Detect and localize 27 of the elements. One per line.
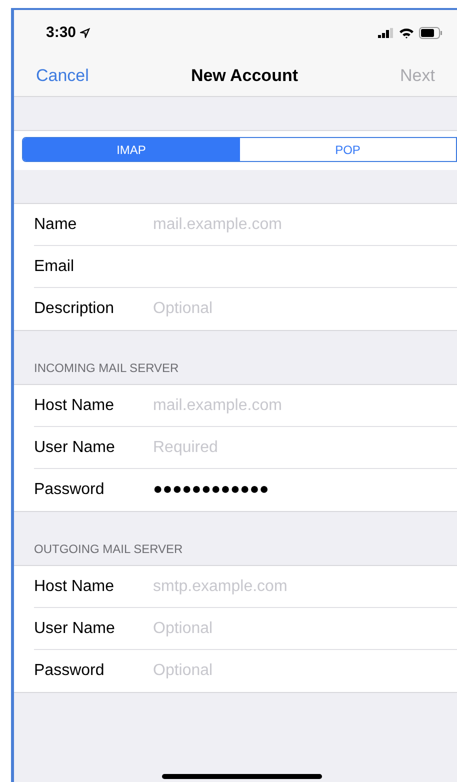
input-field[interactable]: Required — [153, 432, 457, 462]
battery-icon — [419, 27, 443, 39]
input-field[interactable]: Optional — [153, 656, 457, 686]
segment-tab[interactable]: IMAP — [23, 138, 240, 161]
field-label: User Name — [34, 618, 116, 638]
field-label: Password — [34, 480, 106, 500]
nav-title: New Account — [190, 65, 298, 88]
field-label: Password — [34, 661, 106, 681]
section-header: INCOMING MAIL SERVER — [34, 360, 179, 377]
input-field[interactable]: ●●●●●●●●●●●● — [153, 475, 457, 505]
input-field[interactable]: Optional — [153, 614, 457, 644]
field-label: Email — [34, 256, 76, 276]
field-label: Description — [34, 299, 116, 319]
signal-icon — [378, 28, 394, 38]
input-field[interactable]: mail.example.com — [153, 390, 457, 420]
input-field[interactable]: smtp.example.com — [153, 572, 457, 602]
status-time: 3:30 — [46, 22, 76, 43]
wifi-icon — [399, 28, 414, 38]
field-label: Name — [34, 214, 78, 234]
input-field[interactable]: mail.example.com — [153, 210, 457, 240]
field-label: Host Name — [34, 576, 116, 596]
location-arrow-icon — [80, 28, 90, 38]
input-field[interactable]: Optional — [153, 294, 457, 324]
section-header: OUTGOING MAIL SERVER — [34, 541, 183, 558]
field-label: User Name — [34, 438, 116, 458]
field-label: Host Name — [34, 396, 116, 416]
cancel-button[interactable]: Cancel — [36, 63, 89, 89]
